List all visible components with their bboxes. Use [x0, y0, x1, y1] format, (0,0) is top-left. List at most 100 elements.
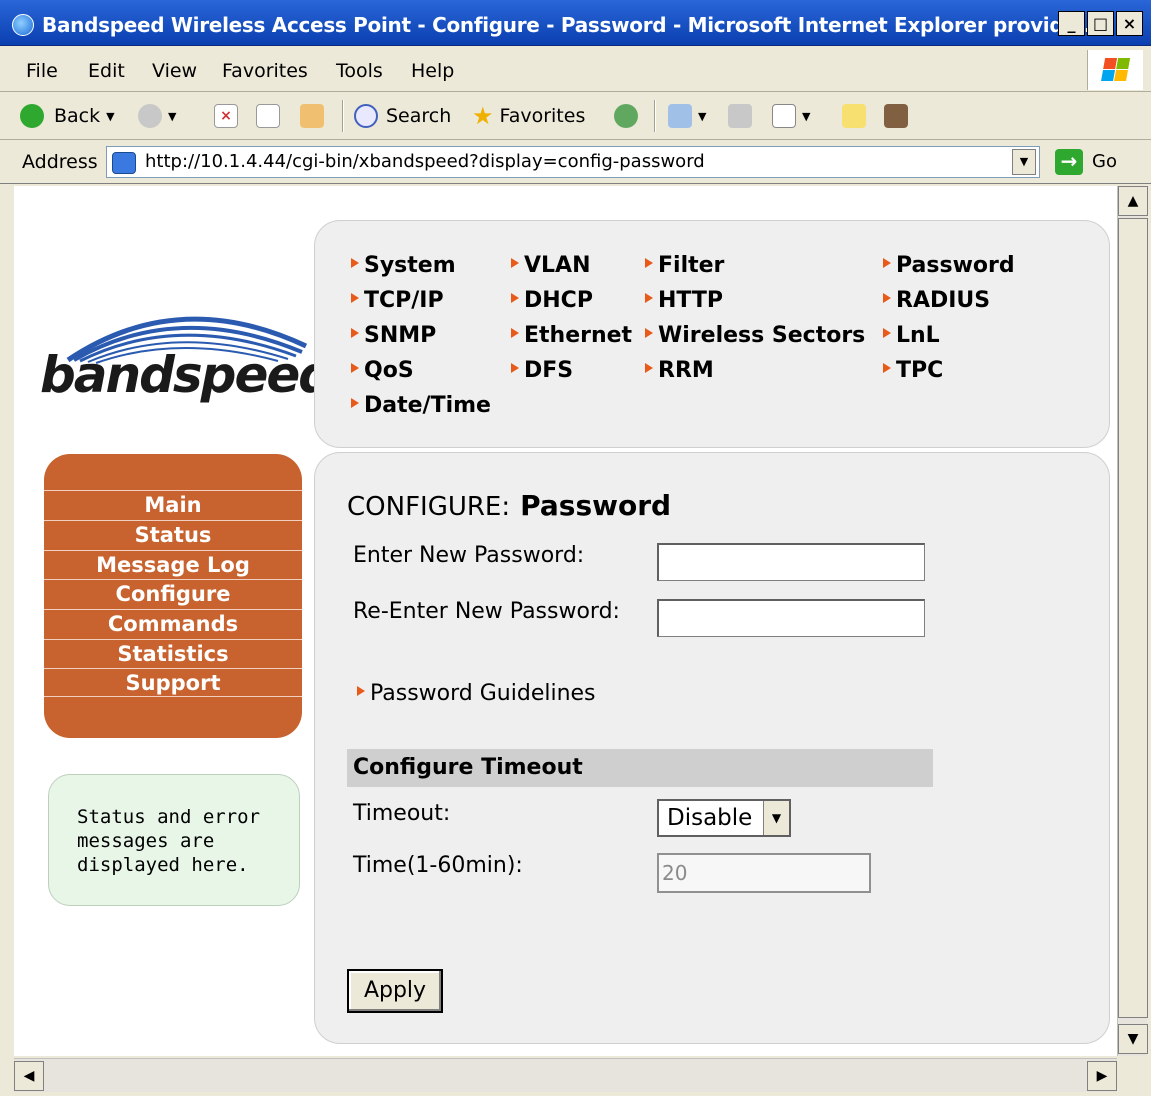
nav-http[interactable]: HTTP: [645, 288, 723, 313]
password-guidelines-link[interactable]: Password Guidelines: [357, 681, 596, 706]
nav-password[interactable]: Password: [883, 253, 1015, 278]
scroll-right-button[interactable]: ▶: [1087, 1061, 1117, 1091]
nav-tpc[interactable]: TPC: [883, 358, 943, 383]
nav-date-time[interactable]: Date/Time: [351, 393, 491, 418]
logo-text: bandspeed: [40, 346, 334, 404]
close-button[interactable]: ×: [1116, 11, 1143, 36]
left-menu: Main Status Message Log Configure Comman…: [44, 454, 302, 738]
address-dropdown-button[interactable]: ▼: [1012, 149, 1036, 175]
scroll-up-button[interactable]: ▲: [1118, 186, 1148, 216]
chevron-down-icon: ▼: [802, 109, 811, 123]
word-icon: [772, 104, 796, 128]
edit-button[interactable]: ▼: [772, 102, 810, 130]
vertical-scroll-thumb[interactable]: [1118, 218, 1148, 1018]
minimize-button[interactable]: _: [1058, 11, 1085, 36]
mail-button[interactable]: ▼: [668, 102, 706, 130]
nav-filter[interactable]: Filter: [645, 253, 724, 278]
window-title-bar: Bandspeed Wireless Access Point - Config…: [0, 0, 1151, 46]
scroll-down-button[interactable]: ▼: [1118, 1024, 1148, 1054]
research-icon: [884, 104, 908, 128]
bandspeed-logo: bandspeed: [38, 296, 334, 416]
media-button[interactable]: [614, 102, 638, 130]
nav-ethernet[interactable]: Ethernet: [511, 323, 632, 348]
left-menu-status[interactable]: Status: [44, 520, 302, 549]
star-icon: ★: [472, 102, 494, 130]
menu-tools[interactable]: Tools: [336, 60, 383, 82]
address-input[interactable]: http://10.1.4.44/cgi-bin/xbandspeed?disp…: [106, 146, 1040, 178]
new-password-input[interactable]: [657, 543, 925, 581]
window-controls: _ □ ×: [1058, 11, 1143, 36]
apply-button[interactable]: Apply: [347, 969, 443, 1013]
windows-flag-logo: [1087, 50, 1143, 90]
favorites-button[interactable]: ★ Favorites: [472, 102, 585, 130]
forward-arrow-icon: [138, 104, 162, 128]
discuss-button[interactable]: [842, 102, 866, 130]
refresh-button[interactable]: [256, 102, 280, 130]
back-arrow-icon: [20, 104, 44, 128]
go-arrow-icon[interactable]: →: [1055, 149, 1083, 175]
reenter-password-label: Re-Enter New Password:: [353, 599, 620, 624]
left-menu-support[interactable]: Support: [44, 668, 302, 697]
nav-tcpip[interactable]: TCP/IP: [351, 288, 444, 313]
nav-wireless-sectors[interactable]: Wireless Sectors: [645, 323, 865, 348]
left-menu-commands[interactable]: Commands: [44, 609, 302, 638]
go-button[interactable]: Go: [1092, 151, 1117, 172]
maximize-button[interactable]: □: [1087, 11, 1114, 36]
research-button[interactable]: [884, 102, 908, 130]
timeout-select[interactable]: Disable ▼: [657, 799, 791, 837]
printer-icon: [728, 104, 752, 128]
stop-button[interactable]: ×: [214, 102, 238, 130]
nav-qos[interactable]: QoS: [351, 358, 414, 383]
nav-dhcp[interactable]: DHCP: [511, 288, 593, 313]
menu-help[interactable]: Help: [411, 60, 454, 82]
mail-icon: [668, 104, 692, 128]
forward-button[interactable]: ▼: [138, 102, 176, 130]
reenter-password-input[interactable]: [657, 599, 925, 637]
left-menu-main[interactable]: Main: [44, 490, 302, 519]
menu-edit[interactable]: Edit: [88, 60, 125, 82]
configure-timeout-header: Configure Timeout: [347, 749, 933, 787]
status-message-box: Status and error messages are displayed …: [48, 774, 300, 906]
vertical-scrollbar[interactable]: ▲ ▼: [1117, 186, 1148, 1056]
nav-system[interactable]: System: [351, 253, 456, 278]
timeout-selected-value: Disable: [667, 805, 753, 831]
back-label: Back: [54, 105, 101, 127]
chevron-down-icon: ▼: [168, 109, 177, 123]
nav-dfs[interactable]: DFS: [511, 358, 573, 383]
favorites-label: Favorites: [499, 105, 586, 127]
left-menu-statistics[interactable]: Statistics: [44, 639, 302, 668]
ie-icon: [12, 14, 34, 36]
nav-snmp[interactable]: SNMP: [351, 323, 436, 348]
time-label: Time(1-60min):: [353, 853, 523, 878]
refresh-icon: [256, 104, 280, 128]
print-button[interactable]: [728, 102, 752, 130]
left-menu-configure[interactable]: Configure: [44, 579, 302, 608]
menu-bar: File Edit View Favorites Tools Help: [0, 46, 1151, 92]
main-panel: CONFIGURE: Password Enter New Password: R…: [314, 452, 1110, 1044]
nav-rrm[interactable]: RRM: [645, 358, 714, 383]
window-title: Bandspeed Wireless Access Point - Config…: [42, 13, 1099, 37]
horizontal-scrollbar[interactable]: ◀ ▶: [14, 1058, 1117, 1092]
chevron-down-icon: ▼: [698, 109, 707, 123]
search-button[interactable]: Search: [354, 102, 451, 130]
new-password-label: Enter New Password:: [353, 543, 585, 568]
page-title-name: Password: [520, 489, 672, 522]
search-label: Search: [386, 105, 452, 127]
address-bar: Address http://10.1.4.44/cgi-bin/xbandsp…: [0, 140, 1151, 184]
menu-view[interactable]: View: [152, 60, 197, 82]
time-input[interactable]: 20: [657, 853, 871, 893]
menu-file[interactable]: File: [26, 60, 58, 82]
nav-lnl[interactable]: LnL: [883, 323, 940, 348]
home-button[interactable]: [300, 102, 324, 130]
back-button[interactable]: Back ▼: [20, 102, 115, 130]
nav-vlan[interactable]: VLAN: [511, 253, 590, 278]
status-message-text: Status and error messages are displayed …: [77, 806, 261, 876]
page-icon: [112, 152, 136, 174]
address-label: Address: [22, 151, 98, 173]
scroll-left-button[interactable]: ◀: [14, 1061, 44, 1091]
chevron-down-icon[interactable]: ▼: [763, 801, 789, 835]
left-menu-message-log[interactable]: Message Log: [44, 550, 302, 579]
page-title: CONFIGURE: Password: [347, 489, 671, 522]
menu-favorites[interactable]: Favorites: [222, 60, 308, 82]
nav-radius[interactable]: RADIUS: [883, 288, 990, 313]
